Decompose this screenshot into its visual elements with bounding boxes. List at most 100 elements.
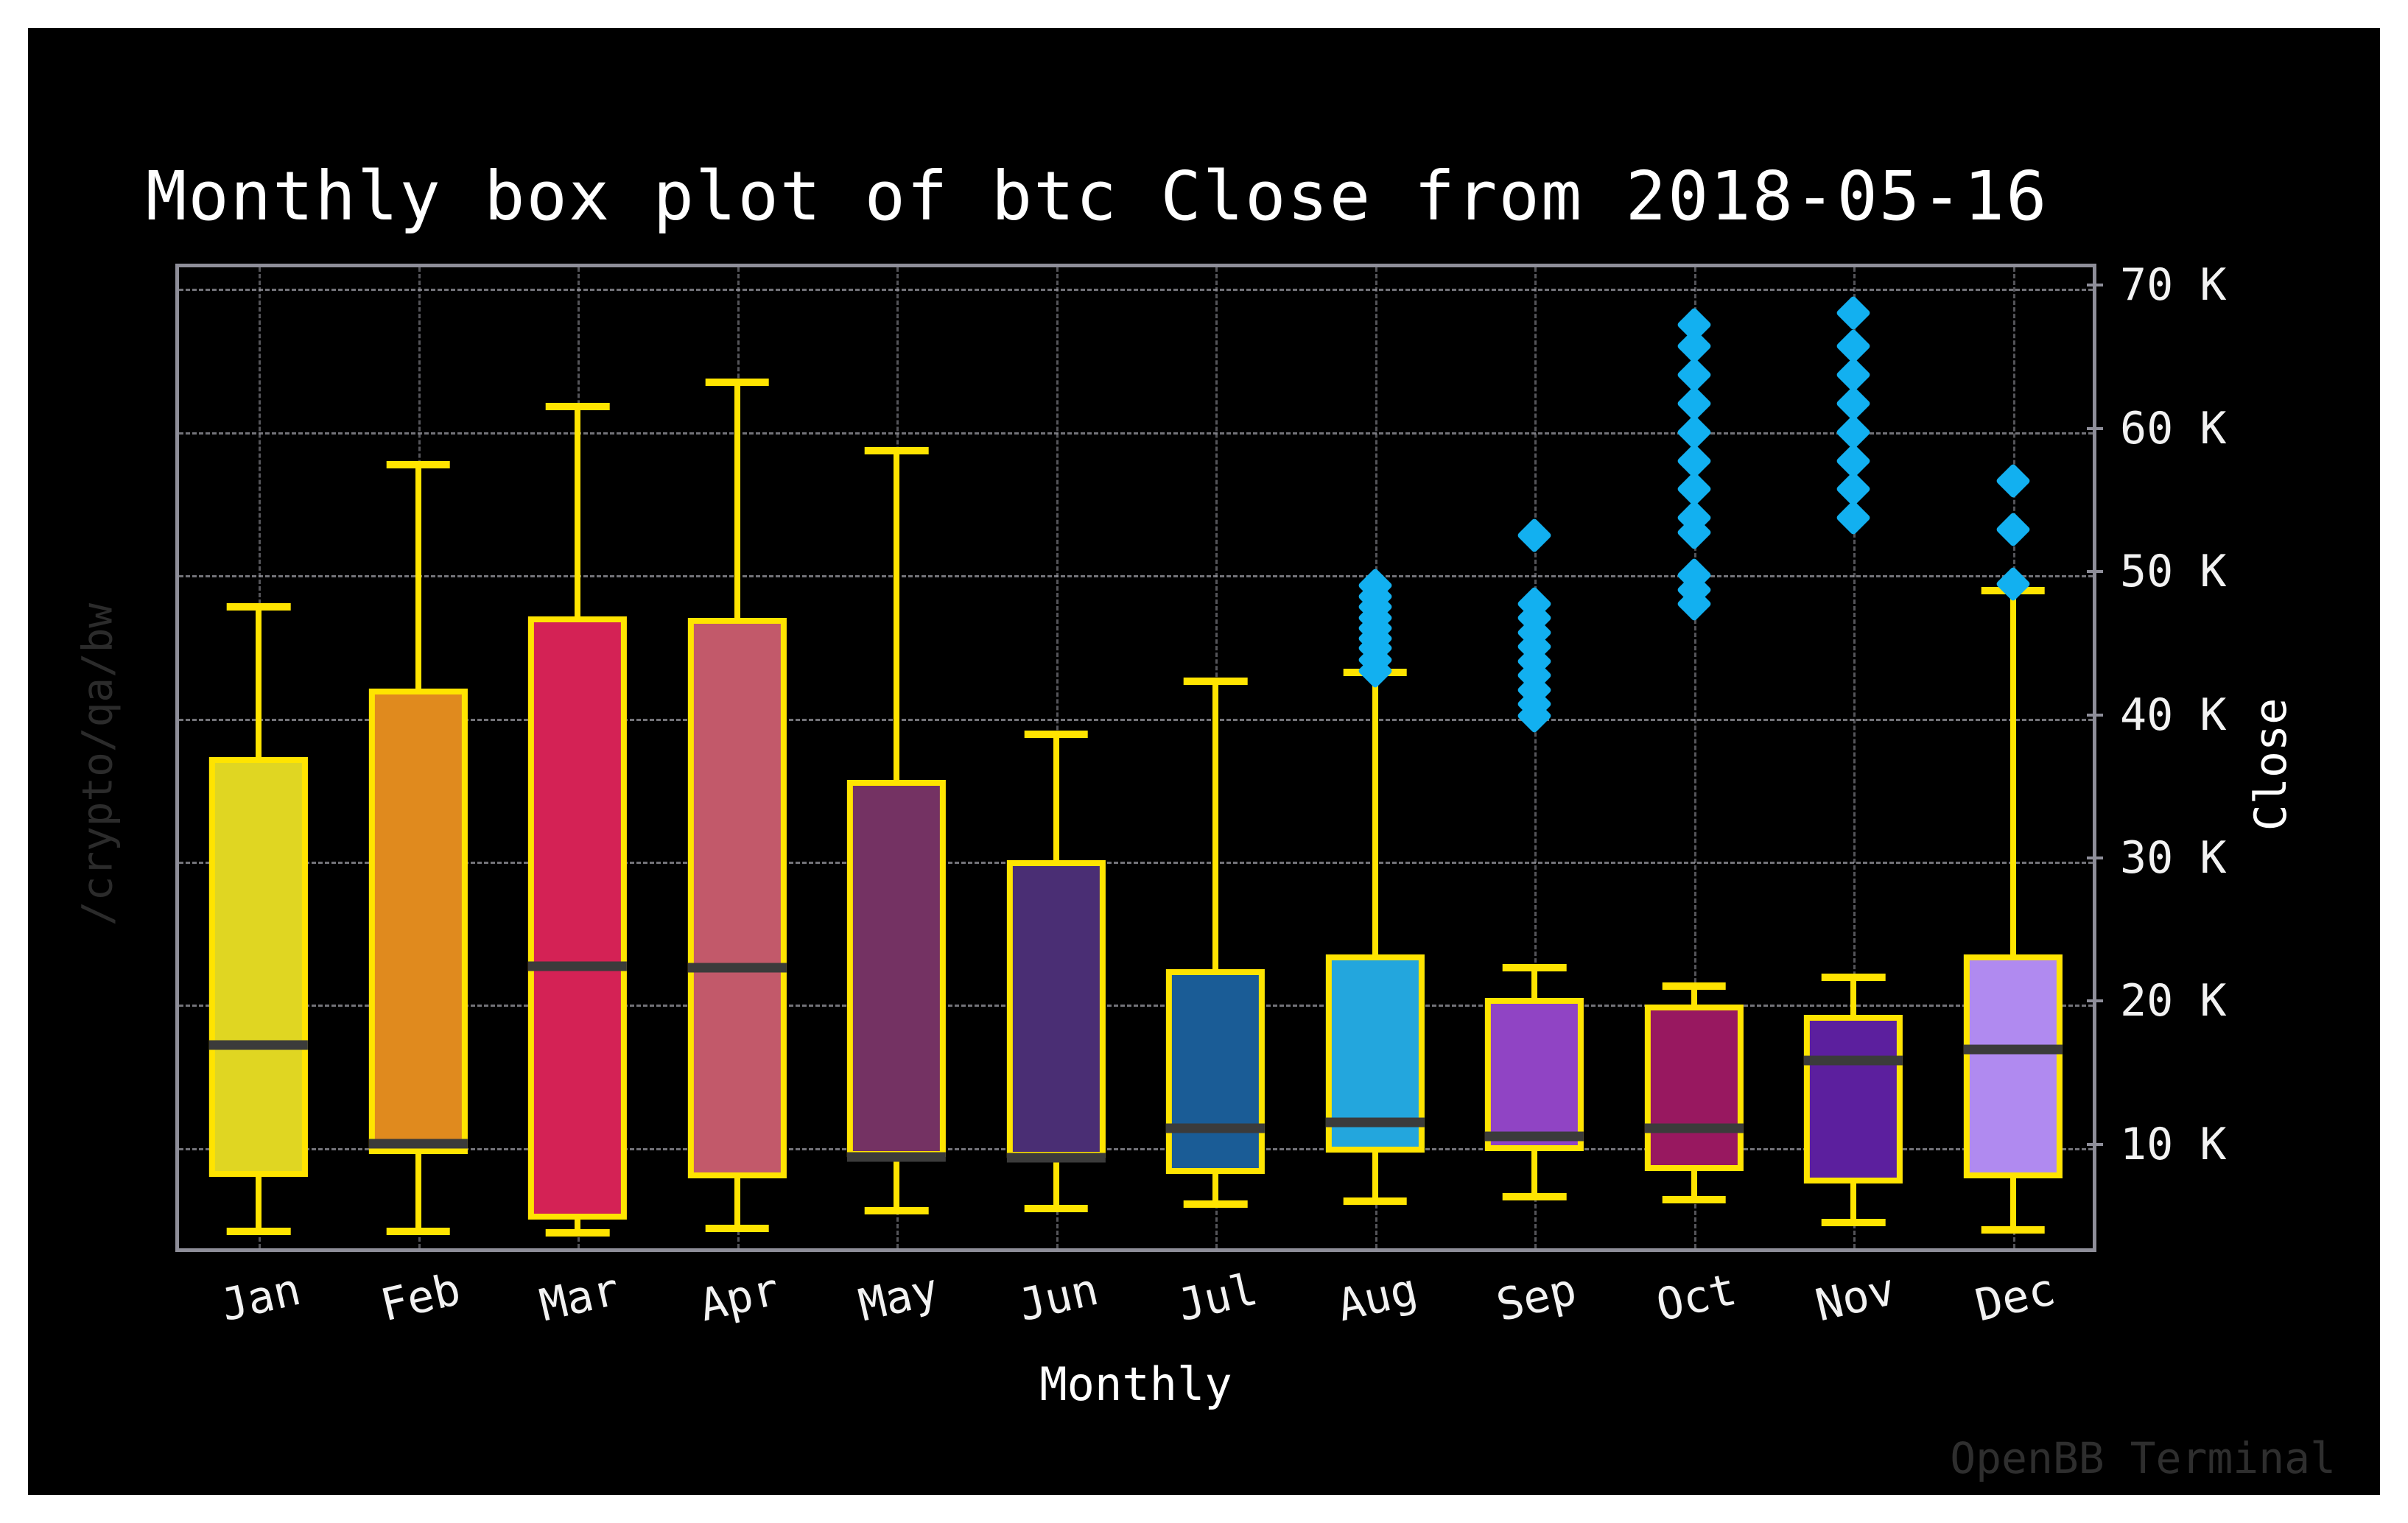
cap-lower (1662, 1195, 1727, 1203)
median-line (1325, 1117, 1425, 1128)
outlier-marker (1995, 462, 2031, 499)
whisker-lower (894, 1156, 900, 1211)
median-line (528, 961, 628, 971)
y-tick-mark (2087, 999, 2103, 1003)
whisker-upper (1372, 672, 1378, 955)
x-tick-label-nov: Nov (1811, 1263, 1900, 1332)
x-tick-label-dec: Dec (1970, 1263, 2060, 1332)
cap-upper (386, 461, 451, 469)
outlier-marker (1676, 306, 1712, 342)
x-tick-label-jun: Jun (1013, 1263, 1103, 1332)
y-tick-mark (2087, 426, 2103, 430)
x-tick-label-jul: Jul (1173, 1263, 1263, 1332)
median-line (1644, 1123, 1744, 1133)
whisker-upper (2009, 591, 2016, 955)
figure-canvas: Monthly box plot of btc Close from 2018-… (28, 28, 2380, 1495)
whisker-lower (1372, 1152, 1378, 1201)
median-line (1166, 1123, 1266, 1133)
cap-upper (226, 602, 291, 611)
y-tick-mark (2087, 1142, 2103, 1146)
brand-watermark: OpenBB Terminal (1950, 1433, 2336, 1483)
x-tick-label-oct: Oct (1651, 1263, 1741, 1332)
whisker-lower (415, 1153, 421, 1231)
y-tick-mark (2087, 713, 2103, 717)
whisker-lower (2009, 1178, 2016, 1230)
whisker-lower (1850, 1183, 1857, 1223)
median-line (368, 1139, 468, 1149)
box-iqr (368, 688, 468, 1154)
whisker-upper (575, 406, 581, 617)
x-tick-label-mar: Mar (535, 1263, 625, 1332)
cap-lower (1502, 1192, 1567, 1200)
y-tick-label: 40 K (2120, 689, 2227, 741)
outlier-marker (1836, 295, 1872, 331)
page-title: Monthly box plot of btc Close from 2018-… (146, 157, 2049, 236)
whisker-upper (1531, 967, 1538, 998)
cap-lower (1343, 1197, 1408, 1205)
cap-upper (1502, 963, 1567, 971)
x-tick-label-aug: Aug (1332, 1263, 1422, 1332)
whisker-upper (415, 465, 421, 689)
cap-lower (1821, 1218, 1886, 1226)
cap-upper (1821, 974, 1886, 982)
box-iqr (1485, 997, 1584, 1151)
whisker-upper (734, 381, 740, 619)
median-line (847, 1152, 947, 1162)
whisker-upper (1053, 734, 1059, 861)
cap-lower (864, 1207, 929, 1215)
cap-upper (864, 446, 929, 454)
median-line (1963, 1044, 2063, 1055)
whisker-lower (256, 1176, 262, 1231)
y-tick-label: 60 K (2120, 402, 2227, 454)
box-iqr (1804, 1015, 1903, 1184)
cap-lower (386, 1227, 451, 1235)
cap-lower (545, 1228, 610, 1237)
whisker-upper (256, 606, 262, 758)
y-tick-label: 20 K (2120, 975, 2227, 1027)
cap-upper (545, 402, 610, 410)
cap-lower (1183, 1200, 1248, 1208)
whisker-lower (734, 1178, 740, 1228)
x-tick-label-sep: Sep (1492, 1263, 1582, 1332)
median-line (1485, 1131, 1584, 1142)
gridline-horizontal (179, 432, 2093, 435)
chart-screenshot: Monthly box plot of btc Close from 2018-… (0, 0, 2408, 1523)
median-line (209, 1040, 309, 1050)
box-iqr (687, 618, 787, 1178)
box-iqr (1644, 1005, 1744, 1171)
box-iqr (209, 757, 309, 1177)
y-tick-label: 70 K (2120, 259, 2227, 312)
cap-upper (705, 378, 770, 386)
box-iqr (1166, 968, 1266, 1174)
y-tick-mark (2087, 284, 2103, 287)
whisker-upper (1212, 680, 1219, 969)
median-line (1006, 1153, 1106, 1163)
median-line (1804, 1055, 1903, 1066)
whisker-lower (1053, 1158, 1059, 1209)
x-tick-label-apr: Apr (694, 1263, 784, 1332)
gridline-horizontal (179, 289, 2093, 292)
x-axis-label: Monthly (1039, 1357, 1232, 1411)
x-tick-label-may: May (854, 1263, 944, 1332)
cap-upper (1183, 677, 1248, 685)
whisker-lower (1212, 1173, 1219, 1204)
x-tick-label-jan: Jan (216, 1263, 306, 1332)
outlier-marker (1995, 511, 2031, 547)
cap-upper (1024, 730, 1089, 738)
outlier-marker (1517, 517, 1553, 553)
y-tick-label: 30 K (2120, 831, 2227, 884)
plot-area (175, 264, 2096, 1252)
y-tick-mark (2087, 570, 2103, 574)
command-path-watermark: /crypto/qa/bw (74, 602, 122, 926)
cap-lower (1024, 1204, 1089, 1212)
cap-lower (226, 1227, 291, 1235)
box-iqr (528, 616, 628, 1220)
box-iqr (1006, 860, 1106, 1158)
whisker-lower (1531, 1150, 1538, 1197)
whisker-upper (1850, 977, 1857, 1016)
whisker-upper (894, 450, 900, 781)
cap-upper (1662, 982, 1727, 991)
outlier-marker (1995, 566, 2031, 602)
outlier-marker (1836, 328, 1872, 364)
median-line (687, 963, 787, 973)
